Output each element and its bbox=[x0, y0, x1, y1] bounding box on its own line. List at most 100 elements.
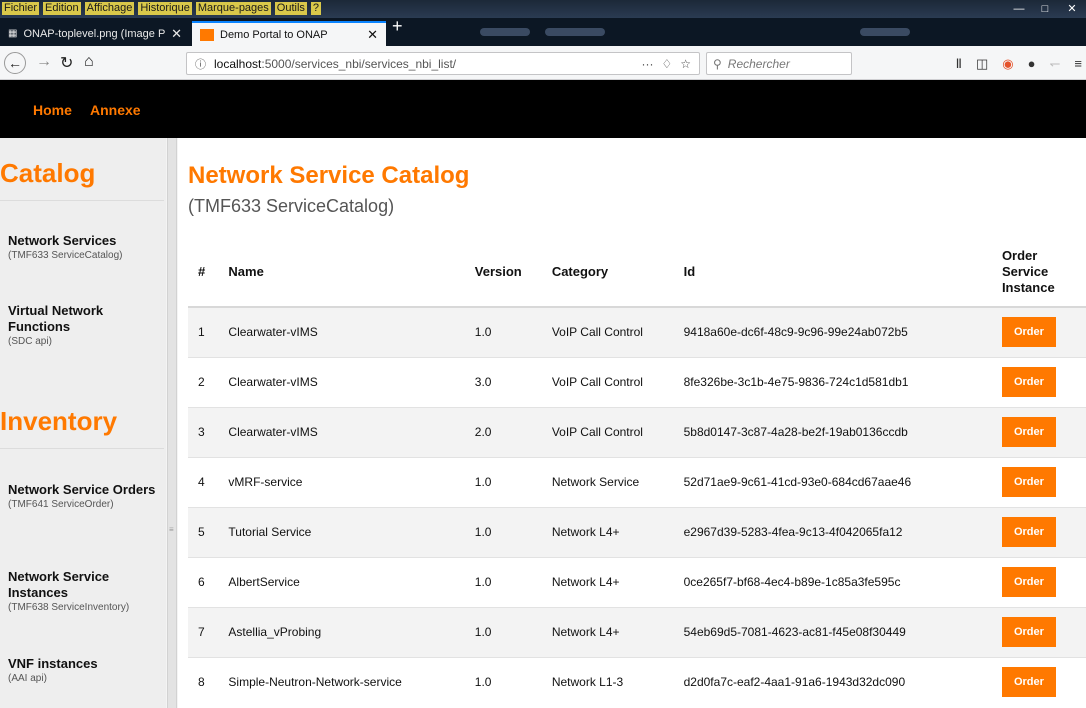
reload-icon[interactable]: ↻ bbox=[60, 53, 73, 73]
close-tab-icon[interactable]: ✕ bbox=[367, 27, 378, 43]
cell-category: Network L4+ bbox=[541, 606, 674, 657]
new-tab-icon[interactable]: + bbox=[392, 16, 403, 37]
search-input[interactable]: ⚲ Rechercher bbox=[706, 52, 852, 75]
cell-number: 7 bbox=[188, 606, 219, 657]
main-content: Network Service Catalog (TMF633 ServiceC… bbox=[178, 138, 1086, 708]
cell-id: 8fe326be-3c1b-4e75-9836-724c1d581db1 bbox=[673, 356, 992, 407]
table-row: 5 Tutorial Service 1.0 Network L4+ e2967… bbox=[188, 506, 1086, 557]
table-header-row: # Name Version Category Id Order Service… bbox=[188, 237, 1086, 308]
cell-order: Order bbox=[991, 506, 1086, 557]
menu-hamburger-icon[interactable]: ≡ bbox=[1074, 56, 1082, 72]
cell-order: Order bbox=[991, 556, 1086, 607]
order-button[interactable]: Order bbox=[1001, 617, 1056, 647]
url-path: :5000/services_nbi/services_nbi_list/ bbox=[261, 56, 457, 71]
order-button[interactable]: Order bbox=[1001, 367, 1056, 397]
orange-favicon-icon bbox=[200, 28, 214, 41]
sidebar-scrollbar[interactable]: ≡ bbox=[166, 138, 178, 708]
minimize-icon[interactable]: — bbox=[1006, 0, 1032, 17]
scrollbar-thumb[interactable] bbox=[167, 138, 177, 708]
pocket-icon[interactable]: ♢ bbox=[661, 57, 672, 71]
cell-name: Astellia_vProbing bbox=[218, 606, 465, 657]
sidebar-item-subtitle: (TMF641 ServiceOrder) bbox=[8, 499, 114, 510]
top-navigation: Home Annexe bbox=[0, 80, 1086, 138]
bookmark-star-icon[interactable]: ☆ bbox=[680, 57, 691, 71]
extension-icon[interactable]: ◉ bbox=[1002, 56, 1013, 72]
tab-label: ONAP-toplevel.png (Image PN bbox=[23, 27, 166, 40]
tab-demo-portal[interactable]: Demo Portal to ONAP ✕ bbox=[192, 21, 386, 46]
blurred-tab-strip bbox=[860, 28, 910, 36]
divider bbox=[0, 200, 164, 201]
cell-version: 1.0 bbox=[464, 556, 542, 607]
sidebar-item-title: Network Services bbox=[8, 233, 117, 248]
tab-label: Demo Portal to ONAP bbox=[220, 28, 328, 41]
table-row: 4 vMRF-service 1.0 Network Service 52d71… bbox=[188, 456, 1086, 507]
order-button[interactable]: Order bbox=[1001, 667, 1056, 698]
url-host: localhost bbox=[214, 56, 262, 71]
menu-edition[interactable]: Edition bbox=[43, 2, 81, 15]
sidebar-item-title: VNF instances bbox=[8, 656, 98, 671]
home-icon[interactable]: ⌂ bbox=[84, 53, 94, 71]
url-bar[interactable]: ⓘ localhost :5000/services_nbi/services_… bbox=[186, 52, 700, 75]
order-button[interactable]: Order bbox=[1001, 517, 1056, 547]
menu-marque-pages[interactable]: Marque-pages bbox=[195, 2, 271, 15]
forward-arrow-icon[interactable]: → bbox=[36, 53, 52, 71]
order-button[interactable]: Order bbox=[1001, 417, 1056, 447]
cell-version: 1.0 bbox=[464, 506, 542, 557]
sidebar-item-title: Virtual Network Functions bbox=[8, 303, 104, 334]
nav-home-link[interactable]: Home bbox=[33, 102, 72, 118]
sidebar-icon[interactable]: ◫ bbox=[976, 56, 988, 72]
close-window-icon[interactable]: ✕ bbox=[1058, 0, 1086, 17]
back-arrow-icon[interactable]: ← bbox=[4, 52, 26, 74]
search-icon: ⚲ bbox=[713, 56, 722, 71]
library-icon[interactable]: Ⅱ bbox=[956, 56, 962, 72]
sidebar-heading-inventory: Inventory bbox=[0, 406, 118, 436]
cell-version: 1.0 bbox=[464, 656, 542, 707]
close-tab-icon[interactable]: ✕ bbox=[171, 26, 182, 42]
order-button[interactable]: Order bbox=[1001, 567, 1056, 597]
cell-name: Clearwater-vIMS bbox=[218, 406, 465, 457]
sidebar-item-service-orders[interactable]: Network Service Orders (TMF641 ServiceOr… bbox=[8, 482, 158, 512]
menu-historique[interactable]: Historique bbox=[138, 2, 192, 15]
cell-category: Network Service bbox=[541, 456, 674, 507]
cell-order: Order bbox=[991, 456, 1086, 507]
page-actions-icon[interactable]: ··· bbox=[641, 57, 653, 71]
order-button[interactable]: Order bbox=[1001, 467, 1056, 497]
sidebar-item-service-instances[interactable]: Network Service Instances (TMF638 Servic… bbox=[8, 569, 158, 615]
maximize-icon[interactable]: □ bbox=[1032, 0, 1058, 17]
col-header-category: Category bbox=[541, 237, 674, 308]
table-row: 6 AlbertService 1.0 Network L4+ 0ce265f7… bbox=[188, 556, 1086, 607]
cell-category: VoIP Call Control bbox=[541, 356, 674, 407]
cell-id: 54eb69d5-7081-4623-ac81-f45e08f30449 bbox=[673, 606, 992, 657]
sidebar-item-network-services[interactable]: Network Services (TMF633 ServiceCatalog) bbox=[8, 233, 158, 263]
table-row: 3 Clearwater-vIMS 2.0 VoIP Call Control … bbox=[188, 406, 1086, 457]
tab-onap-toplevel[interactable]: ▦ ONAP-toplevel.png (Image PN ✕ bbox=[0, 21, 190, 46]
menu-affichage[interactable]: Affichage bbox=[84, 2, 135, 15]
cell-version: 2.0 bbox=[464, 406, 542, 457]
cell-order: Order bbox=[991, 656, 1086, 707]
menu-outils[interactable]: Outils bbox=[274, 2, 307, 15]
cell-order: Order bbox=[991, 306, 1086, 357]
info-icon[interactable]: ⓘ bbox=[195, 56, 206, 72]
menu-help[interactable]: ? bbox=[310, 2, 322, 15]
blurred-tab-strip bbox=[545, 28, 605, 36]
order-button[interactable]: Order bbox=[1001, 317, 1056, 348]
cell-name: AlbertService bbox=[218, 556, 465, 607]
sidebar-item-title: Network Service Instances bbox=[8, 569, 110, 600]
table-row: 8 Simple-Neutron-Network-service 1.0 Net… bbox=[188, 656, 1086, 707]
pocket-list-icon[interactable]: ↽ bbox=[1050, 56, 1061, 72]
cell-version: 1.0 bbox=[464, 306, 542, 357]
cell-name: Tutorial Service bbox=[218, 506, 465, 557]
menu-fichier[interactable]: Fichier bbox=[2, 2, 40, 15]
cell-id: 0ce265f7-bf68-4ec4-b89e-1c85a3fe595c bbox=[673, 556, 992, 607]
sidebar-item-vnf-instances[interactable]: VNF instances (AAI api) bbox=[8, 656, 158, 686]
nav-annexe-link[interactable]: Annexe bbox=[90, 102, 141, 118]
sidebar-heading-catalog: Catalog bbox=[0, 158, 96, 188]
sidebar-item-vnf[interactable]: Virtual Network Functions (SDC api) bbox=[8, 303, 158, 349]
cell-name: Simple-Neutron-Network-service bbox=[218, 656, 465, 707]
record-icon[interactable]: ● bbox=[1028, 56, 1036, 72]
cell-version: 1.0 bbox=[464, 606, 542, 657]
page-title: Network Service Catalog bbox=[188, 162, 470, 189]
cell-id: d2d0fa7c-eaf2-4aa1-91a6-1943d32dc090 bbox=[673, 656, 992, 707]
cell-order: Order bbox=[991, 356, 1086, 407]
sidebar: Catalog Network Services (TMF633 Service… bbox=[0, 138, 166, 708]
